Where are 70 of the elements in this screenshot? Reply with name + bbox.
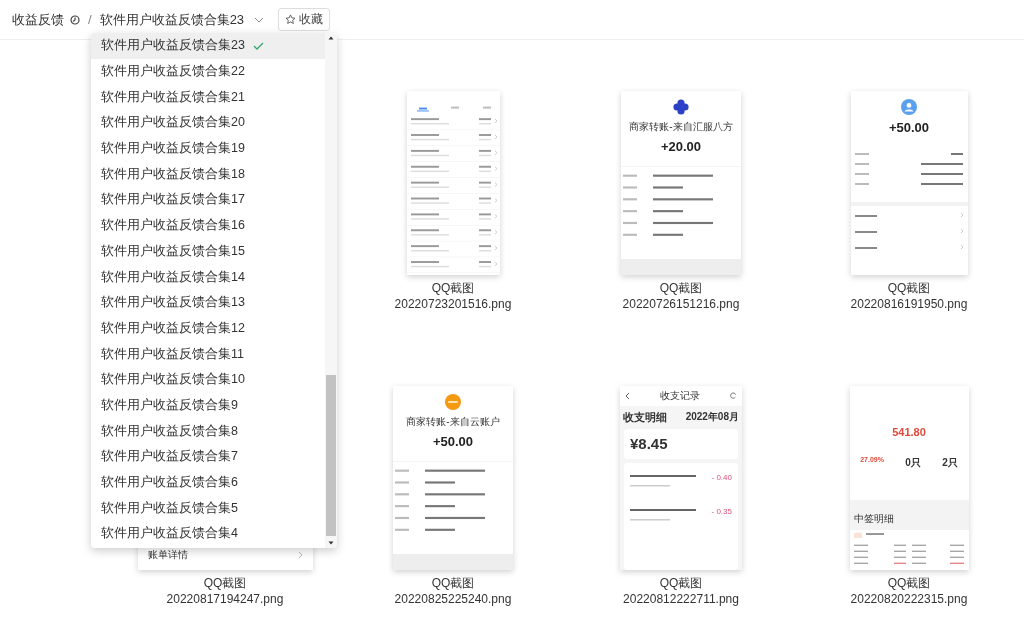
menu-item[interactable]: 软件用户收益反馈合集9	[91, 392, 325, 419]
scrollbar[interactable]	[325, 33, 337, 548]
thumbnail[interactable]: 商家转账-来自汇服八方 +20.00	[621, 90, 741, 275]
menu-item[interactable]: 软件用户收益反馈合集11	[91, 341, 325, 367]
menu-item[interactable]: 软件用户收益反馈合集13	[91, 289, 325, 316]
count-text: 2只	[942, 455, 958, 470]
menu-item[interactable]: 软件用户收益反馈合集10	[91, 366, 325, 393]
amount-text: +20.00	[660, 138, 702, 154]
section-title: 收支明细	[623, 409, 667, 425]
file-extension-name[interactable]: 20220817194247.png	[166, 591, 284, 607]
refresh-icon	[730, 392, 737, 399]
menu-item[interactable]: 软件用户收益反馈合集21	[91, 84, 325, 111]
chevron-right-icon	[297, 550, 303, 559]
file-name[interactable]: QQ截图	[431, 575, 475, 591]
amount-text: +50.00	[888, 119, 930, 135]
menu-item[interactable]: 软件用户收益反馈合集20	[91, 110, 325, 136]
menu-item[interactable]: 软件用户收益反馈合集5	[91, 495, 325, 522]
file-name[interactable]: QQ截图	[887, 280, 931, 296]
menu-item[interactable]: 软件用户收益反馈合集15	[91, 238, 325, 265]
chevron-down-icon[interactable]	[254, 16, 265, 23]
file-extension-name[interactable]: 20220820222315.png	[850, 591, 968, 607]
file-name[interactable]: QQ截图	[431, 280, 475, 296]
file-extension-name[interactable]: 20220816191950.png	[850, 296, 968, 312]
menu-item[interactable]: 软件用户收益反馈合集22	[91, 58, 325, 85]
menu-item[interactable]: 软件用户收益反馈合集4	[91, 521, 325, 547]
flower-icon	[673, 98, 689, 115]
menu-item[interactable]: 软件用户收益反馈合集8	[91, 418, 325, 444]
menu-item[interactable]: 软件用户收益反馈合集18	[91, 161, 325, 188]
transfer-title: 商家转账-来自汇服八方	[629, 119, 733, 134]
section-title: 中签明细	[853, 512, 894, 524]
menu-item[interactable]: 软件用户收益反馈合集14	[91, 264, 325, 290]
file-extension-name[interactable]: 20220723201516.png	[394, 296, 512, 312]
menu-item[interactable]: 软件用户收益反馈合集7	[91, 444, 325, 470]
file-name[interactable]: QQ截图	[203, 575, 247, 591]
breadcrumb-separator: /	[88, 12, 92, 27]
transfer-title: 商家转账-来自云账户	[406, 414, 500, 429]
file-name[interactable]: QQ截图	[887, 575, 931, 591]
file-name[interactable]: QQ截图	[659, 575, 703, 591]
breadcrumb-current[interactable]: 软件用户收益反馈合集23	[99, 10, 245, 29]
history-icon[interactable]	[70, 14, 80, 25]
total-earnings: 541.80	[892, 425, 926, 438]
month-selector[interactable]: 2022年08月	[685, 410, 739, 424]
menu-item[interactable]: 软件用户收益反馈合集23	[91, 33, 325, 59]
file-extension-name[interactable]: 20220825225240.png	[394, 591, 512, 607]
star-icon	[285, 14, 297, 25]
menu-item[interactable]: 软件用户收益反馈合集17	[91, 187, 325, 213]
entry-amount: - 0.35	[711, 506, 732, 516]
check-icon	[252, 41, 264, 50]
back-icon	[625, 391, 630, 400]
balance-text: ¥8.45	[630, 434, 668, 452]
menu-item[interactable]: 软件用户收益反馈合集19	[91, 135, 325, 162]
page-title: 收支记录	[660, 388, 700, 403]
breadcrumb-link[interactable]: 收益反馈	[12, 10, 64, 29]
count-text: 0只	[905, 455, 921, 470]
thumbnail[interactable]: 商家转账-来自云账户 +50.00	[393, 385, 513, 570]
menu-item[interactable]: 软件用户收益反馈合集16	[91, 212, 325, 239]
favorite-button[interactable]: 收藏	[278, 8, 331, 31]
scrollbar-thumb[interactable]	[326, 375, 336, 536]
menu-item[interactable]: 软件用户收益反馈合集6	[91, 469, 325, 496]
thumbnail[interactable]: 收支记录 收支明细 2022年08月 ¥8.45 - 0.40 - 0.35	[620, 385, 742, 570]
logo-icon	[445, 393, 461, 410]
thumbnail[interactable]: +50.00	[850, 90, 968, 275]
entry-amount: - 0.40	[711, 472, 732, 482]
file-extension-name[interactable]: 20220726151216.png	[622, 296, 740, 312]
file-extension-name[interactable]: 20220812222711.png	[623, 591, 739, 607]
amount-text: +50.00	[432, 433, 474, 449]
avatar-icon	[901, 98, 917, 115]
menu-item[interactable]: 软件用户收益反馈合集12	[91, 315, 325, 342]
file-name[interactable]: QQ截图	[659, 280, 703, 296]
bill-detail-label: 账单详情	[147, 547, 188, 562]
